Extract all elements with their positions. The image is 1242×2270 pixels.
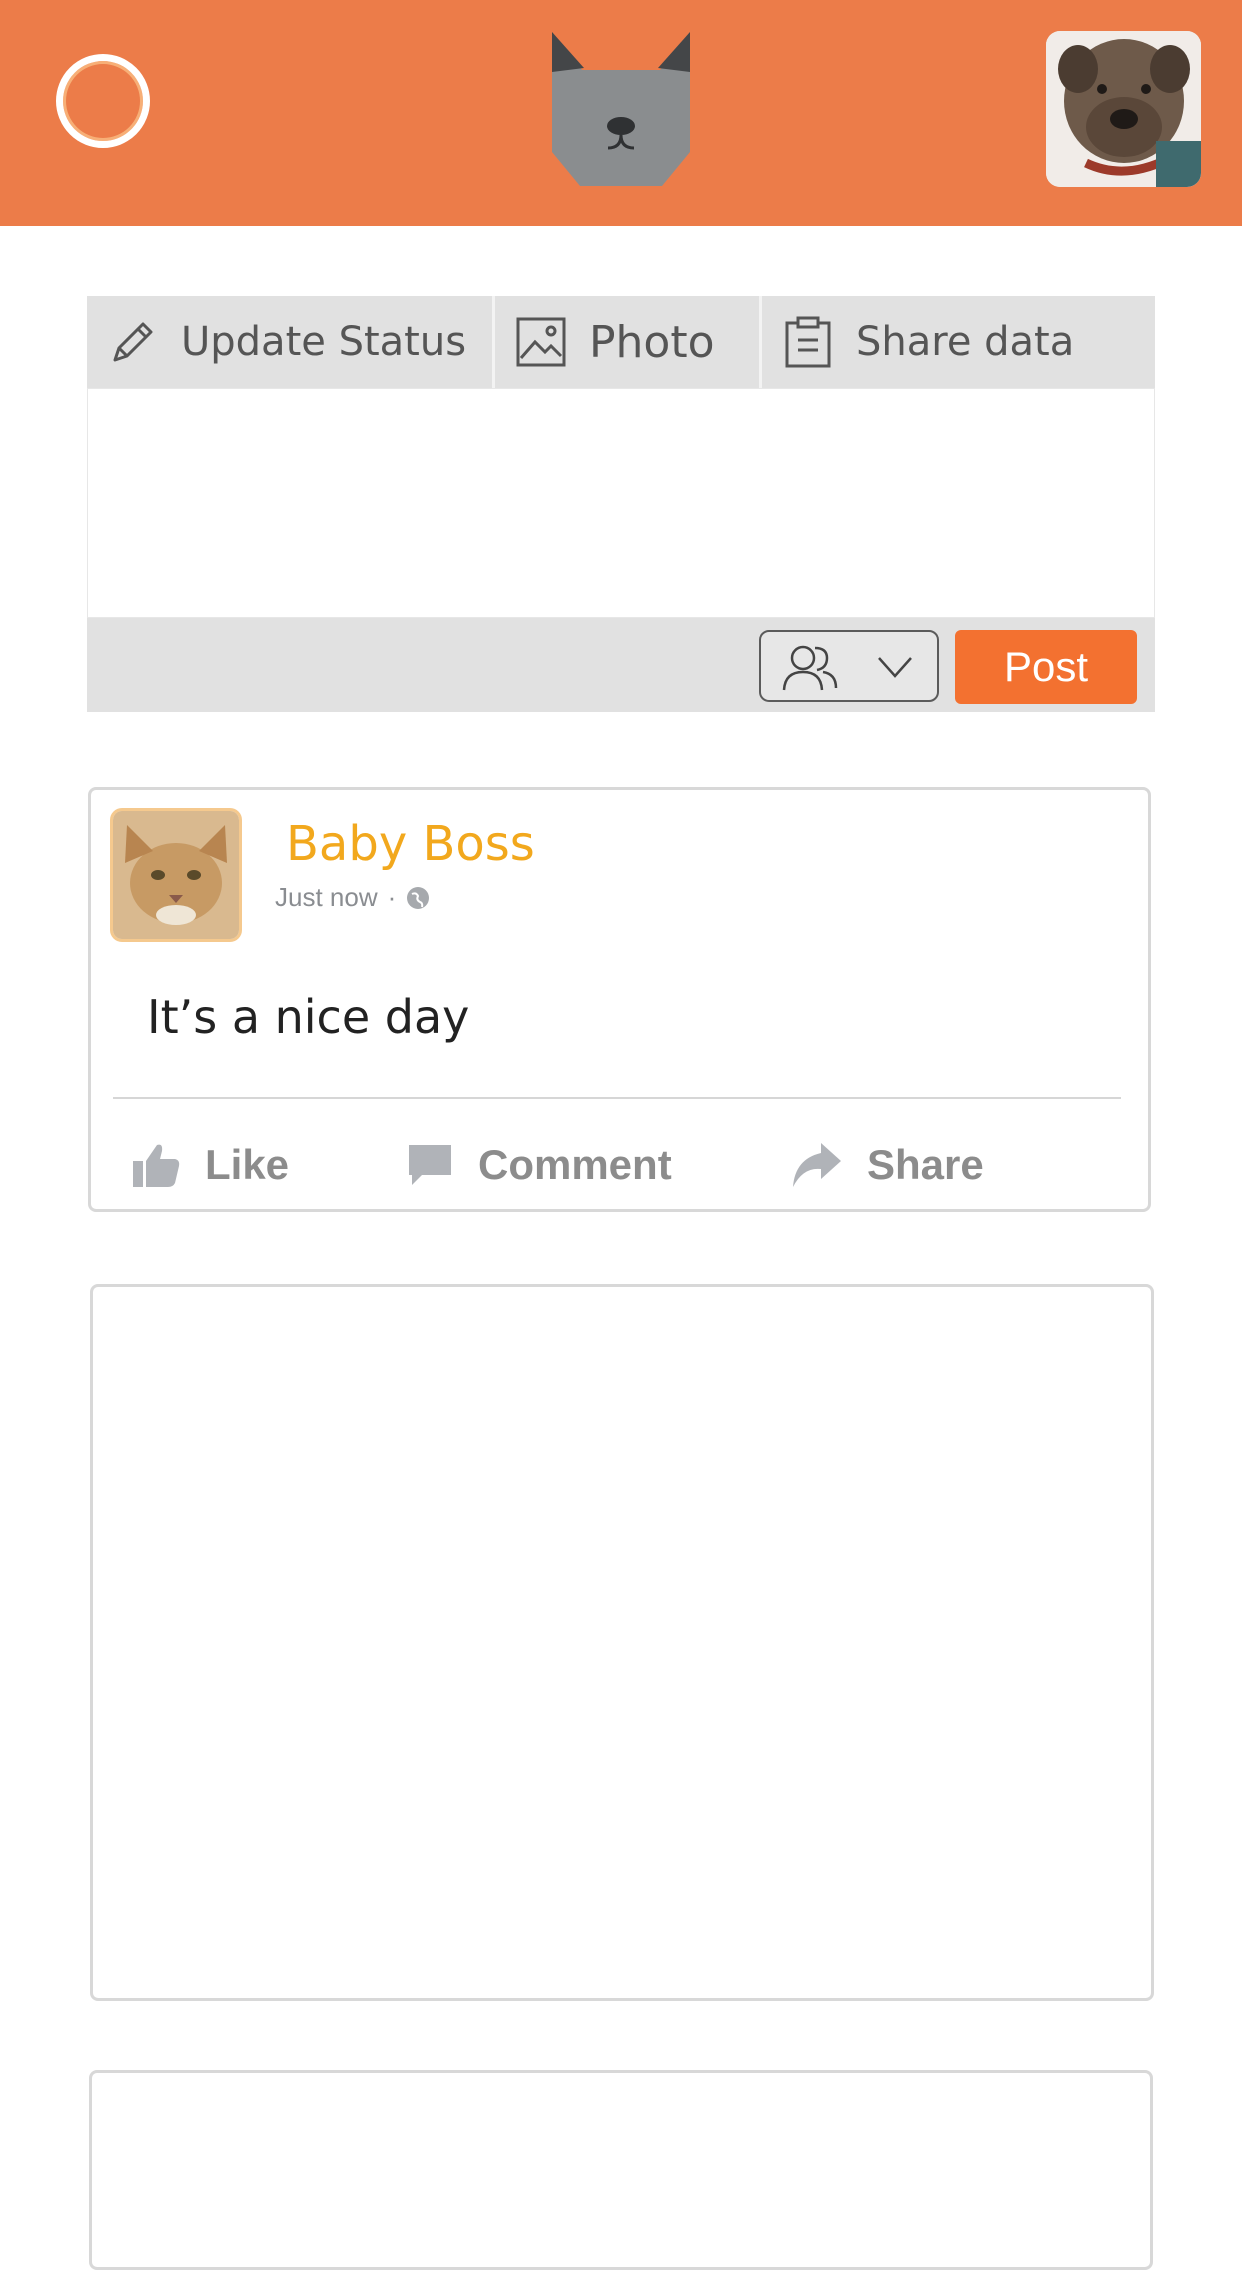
share-label: Share: [867, 1141, 984, 1188]
divider: [113, 1097, 1121, 1099]
comment-icon: [409, 1145, 451, 1185]
tab-label: Photo: [589, 316, 715, 368]
post-text: It’s a nice day: [147, 990, 470, 1044]
post-actions: Like Comment Share: [91, 1130, 1151, 1200]
feed-card-placeholder: [90, 1284, 1154, 2001]
separator-dot: ·: [387, 882, 397, 912]
like-label: Like: [205, 1141, 290, 1188]
clipboard-icon: [785, 316, 831, 368]
status-input[interactable]: [87, 388, 1155, 618]
pencil-icon: [113, 322, 153, 362]
image-icon: [516, 317, 566, 367]
comment-button[interactable]: Comment: [406, 1130, 672, 1200]
thumbs-up-icon: [133, 1144, 180, 1187]
post-button[interactable]: Post: [955, 630, 1137, 704]
comment-label: Comment: [478, 1141, 672, 1188]
globe-icon: [407, 886, 430, 909]
composer-footer: Post: [87, 618, 1155, 712]
audience-selector[interactable]: [759, 630, 939, 702]
cat-avatar-icon: [113, 811, 239, 939]
share-button[interactable]: Share: [791, 1130, 984, 1200]
tab-update-status[interactable]: Update Status: [87, 296, 492, 388]
feed-card-placeholder: [89, 2070, 1153, 2270]
app-header: [0, 0, 1242, 226]
cat-face-logo-icon: [552, 32, 690, 186]
like-button[interactable]: Like: [131, 1130, 289, 1200]
share-arrow-icon: [793, 1143, 841, 1187]
tab-share-data[interactable]: Share data: [759, 296, 1155, 388]
people-icon: [782, 645, 838, 691]
author-avatar[interactable]: [110, 808, 242, 942]
tab-photo[interactable]: Photo: [492, 296, 759, 388]
post-card: Baby Boss Just now · It’s a nice day Lik…: [88, 787, 1151, 1212]
tab-label: Update Status: [181, 319, 467, 365]
profile-avatar[interactable]: [1046, 31, 1201, 187]
dog-avatar-icon: [1046, 31, 1201, 187]
composer-tabs: Update Status Photo Share data: [87, 296, 1155, 388]
post-time: Just now: [275, 882, 378, 912]
chevron-down-icon: [878, 657, 912, 678]
tab-label: Share data: [856, 319, 1075, 365]
author-name[interactable]: Baby Boss: [286, 816, 535, 872]
status-composer: Update Status Photo Share data Post: [87, 296, 1155, 716]
ring-menu-icon[interactable]: [56, 54, 150, 148]
post-meta: Just now ·: [275, 882, 430, 913]
